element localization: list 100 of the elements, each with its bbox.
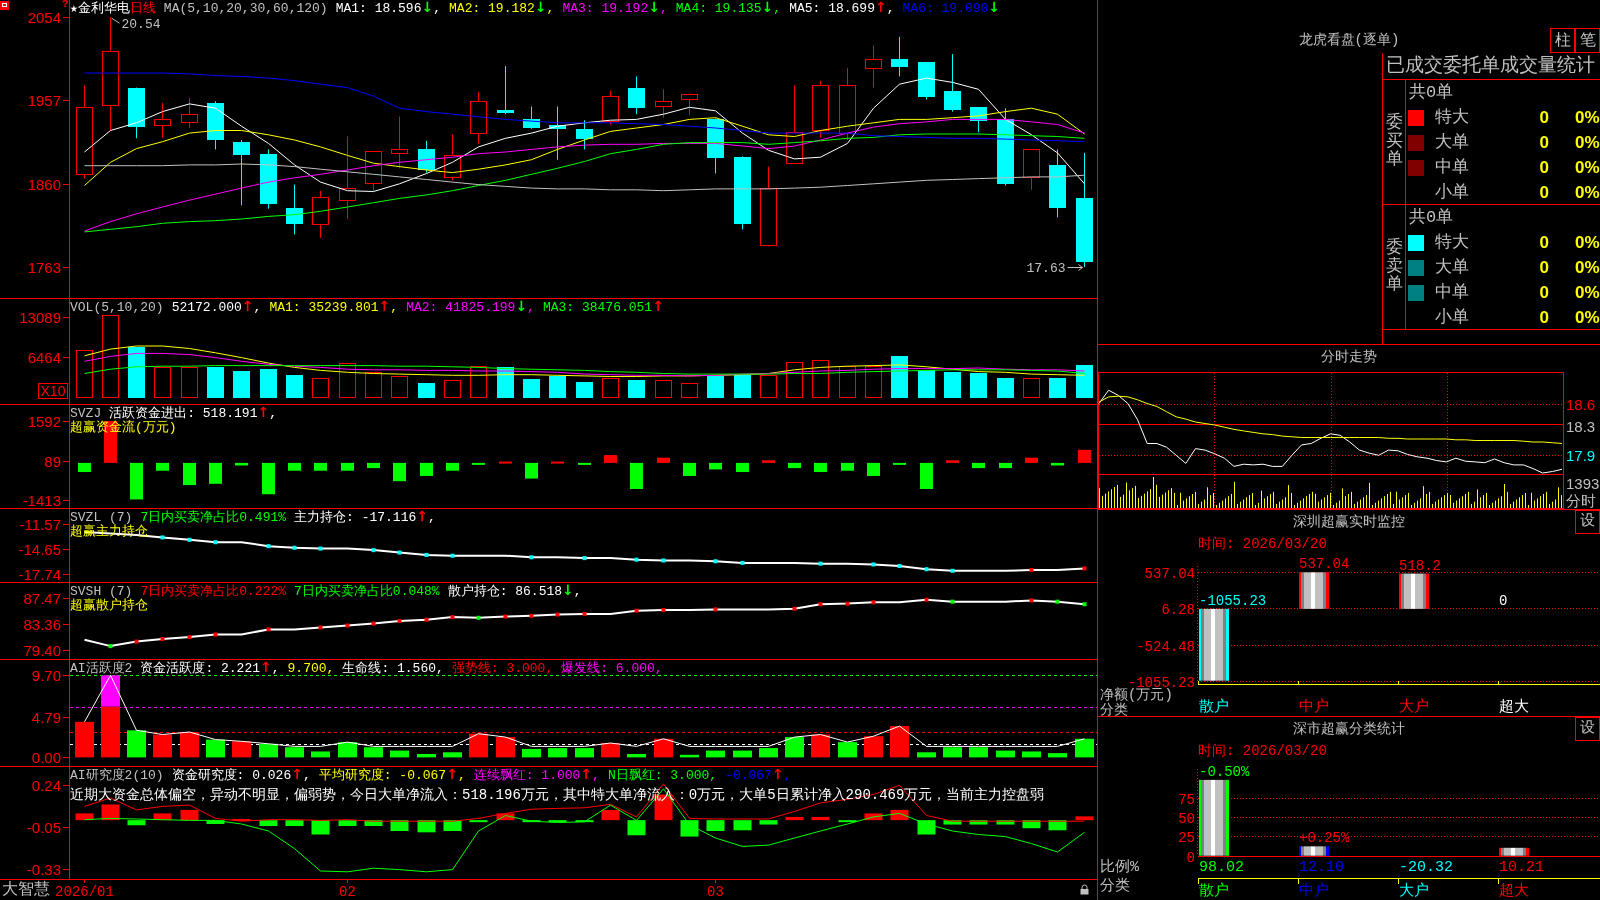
panel-title: 龙虎看盘(逐单) (1298, 31, 1400, 50)
fund-flow-bar (499, 461, 512, 464)
research-bar (127, 820, 146, 826)
category-label: 大户 (1399, 699, 1429, 716)
legend-item: 7日内买卖净占比0.048% (294, 585, 440, 599)
axis-tick-label: 9.70 (31, 666, 61, 684)
activity-bar (443, 752, 462, 758)
line-marker (713, 607, 718, 612)
activity-bar (180, 732, 199, 758)
category-label: 超大 (1499, 699, 1529, 716)
research-bar (75, 813, 94, 821)
candlestick (628, 75, 645, 115)
volume-bar (707, 376, 724, 398)
volume-bar (734, 375, 751, 398)
fund-flow-bar (183, 462, 196, 486)
trend-arrow: ↓ (648, 0, 660, 15)
candlestick (681, 93, 698, 116)
axis-tick-label: -1413 (22, 491, 61, 508)
legend-item: 52172.000 (171, 301, 242, 315)
axis-tick-label: -524.48 (1136, 638, 1195, 655)
group-label: 委卖单 (1385, 238, 1403, 296)
volume-bar (286, 375, 303, 398)
fund-flow-bar (78, 462, 91, 473)
research-bar (890, 809, 909, 821)
order-size-label: 小单 (1435, 306, 1470, 329)
view-toggle-button[interactable]: 笔 (1575, 28, 1600, 53)
candlestick (865, 45, 882, 89)
volume-bar (997, 378, 1014, 398)
legend-item: 散户持仓: 86.518 (447, 585, 563, 599)
volume-bar (865, 366, 882, 398)
line-marker (160, 535, 165, 540)
research-bar (496, 813, 515, 821)
volume-bar (681, 383, 698, 398)
line-marker (318, 625, 323, 630)
fund-flow-bar (525, 462, 538, 479)
legend-separator: , (783, 769, 792, 783)
line-marker (1029, 598, 1034, 603)
line-marker (792, 606, 797, 611)
settings-button[interactable]: 设 (1575, 510, 1600, 534)
activity-bar (759, 748, 778, 758)
order-share: 0% (1575, 131, 1600, 154)
legend-item: 7日内买卖净占比0.222% (140, 585, 287, 599)
axis-tick-label: 50 (1178, 810, 1195, 827)
date-axis-label: 02 (339, 884, 356, 900)
line-marker (555, 612, 560, 617)
net-amount-bar (1299, 572, 1329, 609)
legend-item: 主力持仓: -17.116 (294, 511, 417, 525)
legend-item: MA3: 38476.051 (542, 301, 653, 315)
research-bar (864, 813, 883, 821)
line-marker (134, 639, 139, 644)
trend-arrow: ↑ (446, 767, 458, 781)
candlestick (1049, 148, 1066, 218)
axis-caption: 比例% (1100, 859, 1139, 876)
volume-bar (576, 382, 593, 398)
view-toggle-button[interactable]: 柱 (1550, 28, 1575, 53)
line-marker (1029, 568, 1034, 572)
volume-bar (207, 367, 224, 398)
indicator-name: AI研究度2(10) (70, 769, 164, 783)
line-marker (371, 621, 376, 626)
price-callout: 20.54 (111, 17, 161, 33)
price-callout: 17.63 (1026, 260, 1083, 276)
volume-scale-label: 1393 (1566, 475, 1600, 492)
order-count: 0 (1538, 156, 1549, 179)
line-marker (108, 644, 113, 649)
axis-tick-label: 4.79 (31, 708, 61, 726)
volume-bar (918, 370, 935, 398)
line-marker (634, 608, 639, 613)
legend-item: 爆发线: 6.000, (561, 662, 663, 676)
axis-caption: 分类 (1100, 702, 1128, 716)
volume-bar (970, 373, 987, 398)
line-marker (187, 635, 192, 640)
axis-tick-label: 75 (1178, 791, 1195, 808)
candlestick (891, 36, 908, 77)
line-marker (450, 615, 455, 620)
help-mark[interactable]: ? (62, 0, 69, 11)
fund-flow-bar (736, 462, 749, 473)
volume-bar (760, 375, 777, 398)
volume-bar (655, 380, 672, 398)
settings-button[interactable]: 设 (1575, 717, 1600, 741)
activity-bar (943, 747, 962, 758)
volume-bar (839, 366, 856, 398)
volume-bar (602, 378, 619, 398)
activity-bar (390, 750, 409, 758)
lock-icon[interactable] (1080, 884, 1089, 895)
axis-tick-label: 79.40 (23, 641, 61, 659)
candlestick (576, 119, 593, 150)
trend-arrow: ↑ (416, 509, 428, 523)
trend-arrow: ↓ (988, 0, 1001, 15)
axis-caption: 分时 (1566, 494, 1596, 509)
trend-arrow: ↑ (378, 299, 391, 313)
legend-item: MA1: 35239.801 (269, 301, 379, 315)
indicator-name: AI活跃度2 (70, 662, 133, 676)
fund-flow-bar (288, 462, 301, 471)
line-marker (529, 613, 534, 618)
line-marker (292, 545, 297, 550)
fund-flow-bar (446, 462, 459, 471)
fund-flow-bar (314, 462, 327, 471)
axis-tick-label: 2054 (27, 8, 61, 26)
fund-flow-bar (551, 461, 564, 464)
line-marker (582, 611, 587, 616)
